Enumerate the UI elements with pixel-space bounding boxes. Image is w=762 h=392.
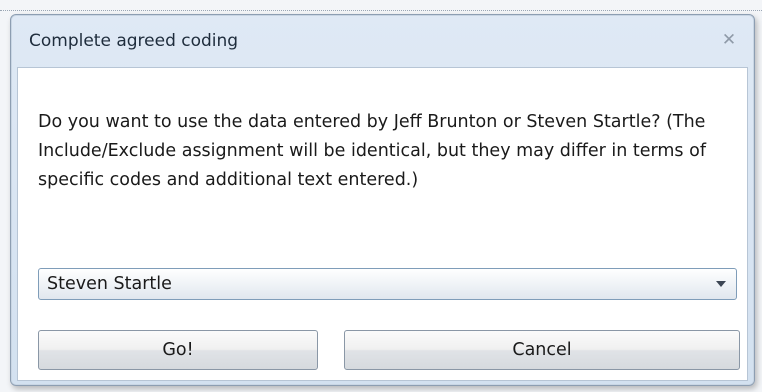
dialog-titlebar: Complete agreed coding ✕ [11,15,754,67]
complete-agreed-coding-dialog: Complete agreed coding ✕ Do you want to … [10,14,755,386]
dialog-message: Do you want to use the data entered by J… [38,112,706,190]
close-icon[interactable]: ✕ [718,29,740,51]
cancel-button[interactable]: Cancel [344,330,740,370]
dialog-title: Complete agreed coding [29,31,239,51]
coder-select-value: Steven Startle [47,274,172,294]
coder-select[interactable]: Steven Startle [38,268,737,300]
go-button[interactable]: Go! [38,330,318,370]
dialog-content: Do you want to use the data entered by J… [17,67,748,381]
background-ruler [0,0,762,11]
chevron-down-icon[interactable] [716,281,726,287]
